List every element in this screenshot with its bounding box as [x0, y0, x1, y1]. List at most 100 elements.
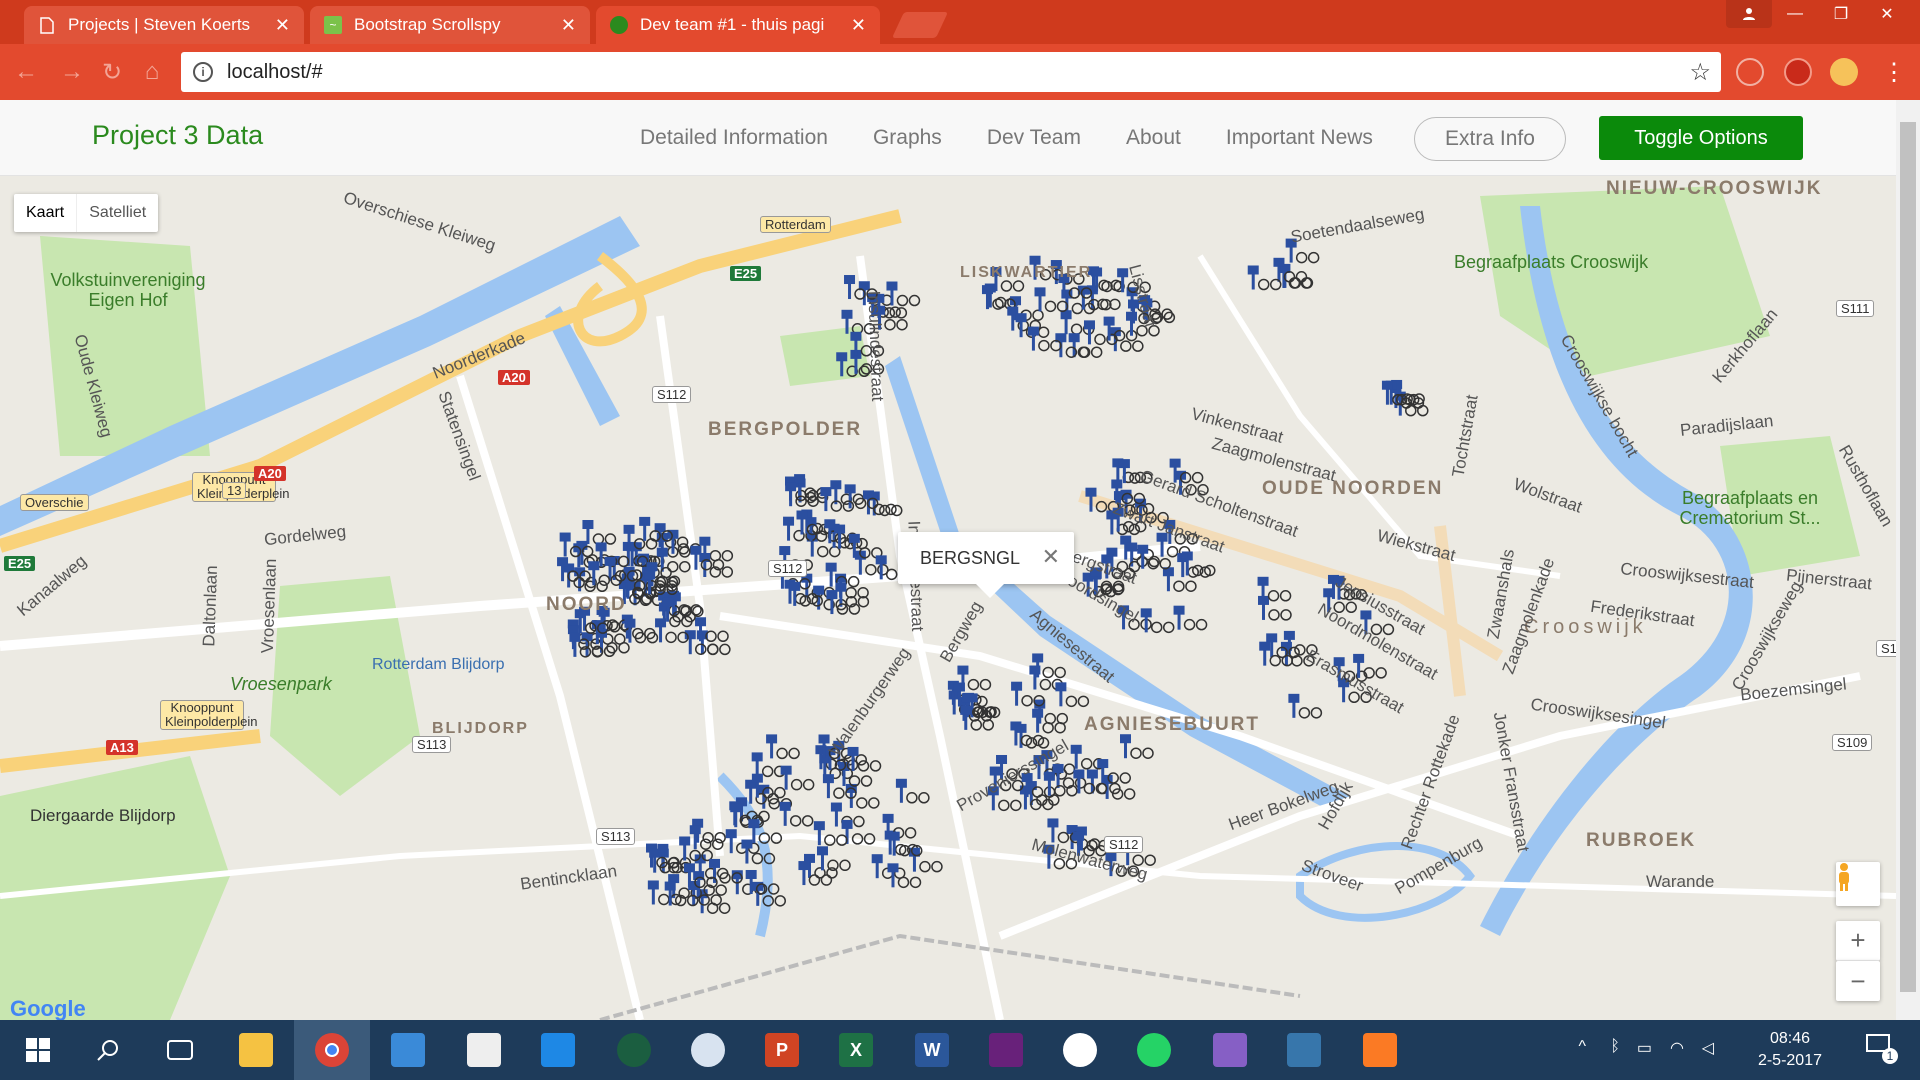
- powerpoint-icon[interactable]: P: [744, 1020, 820, 1080]
- info-icon[interactable]: i: [193, 62, 213, 82]
- bike-station-marker[interactable]: [751, 752, 786, 778]
- bluetooth-icon[interactable]: ᛒ: [1610, 1038, 1620, 1056]
- place-overschie: Overschie: [20, 494, 89, 511]
- duck-extension-icon[interactable]: [1830, 58, 1858, 86]
- clock[interactable]: 08:46 2-5-2017: [1758, 1028, 1822, 1072]
- street-view-pegman-icon[interactable]: [1836, 862, 1880, 906]
- extra-info-button[interactable]: Extra Info: [1414, 117, 1566, 161]
- python-icon[interactable]: [1266, 1020, 1342, 1080]
- area-label-nieuw-crooswijk: NIEUW-CROOSWIJK: [1606, 178, 1823, 199]
- store-icon[interactable]: [520, 1020, 596, 1080]
- adblock-icon[interactable]: [1784, 58, 1812, 86]
- whatsapp-icon[interactable]: [1116, 1020, 1192, 1080]
- search-icon[interactable]: [70, 1020, 146, 1080]
- calculator-icon[interactable]: [446, 1020, 522, 1080]
- file-explorer-icon[interactable]: [218, 1020, 294, 1080]
- bike-station-marker[interactable]: [1288, 693, 1323, 719]
- close-window-icon[interactable]: ✕: [1864, 0, 1910, 28]
- brand-title[interactable]: Project 3 Data: [92, 120, 263, 151]
- show-hidden-icons[interactable]: ^: [1578, 1038, 1586, 1056]
- bike-station-marker[interactable]: [816, 846, 851, 872]
- vs-code-icon[interactable]: [1192, 1020, 1268, 1080]
- tab-strip: Projects | Steven Koerts ✕ ~ Bootstrap S…: [0, 0, 1920, 44]
- reload-icon[interactable]: ↻: [98, 58, 126, 86]
- nav-important-news[interactable]: Important News: [1226, 126, 1373, 150]
- bike-station-marker[interactable]: [1140, 608, 1175, 634]
- postgres-icon[interactable]: [670, 1020, 746, 1080]
- xampp-icon[interactable]: [1342, 1020, 1418, 1080]
- wifi-icon[interactable]: ◠: [1670, 1038, 1684, 1058]
- bike-station-marker[interactable]: [886, 281, 921, 307]
- menu-icon[interactable]: ⋮: [1880, 58, 1908, 86]
- map-type-kaart[interactable]: Kaart: [14, 194, 76, 232]
- toggle-options-button[interactable]: Toggle Options: [1599, 116, 1803, 160]
- word-icon[interactable]: W: [894, 1020, 970, 1080]
- bookmark-star-icon[interactable]: ☆: [1689, 58, 1711, 87]
- visual-studio-icon[interactable]: [968, 1020, 1044, 1080]
- restore-icon[interactable]: ❐: [1818, 0, 1864, 28]
- bike-station-marker[interactable]: [1162, 567, 1197, 592]
- minimize-icon[interactable]: —: [1772, 0, 1818, 28]
- bike-station-marker[interactable]: [655, 618, 689, 644]
- map-type-satelliet[interactable]: Satelliet: [76, 194, 158, 232]
- forward-icon[interactable]: →: [58, 58, 86, 86]
- start-button[interactable]: [0, 1020, 76, 1080]
- bike-station-marker[interactable]: [1247, 265, 1282, 291]
- tab-dev-team[interactable]: Dev team #1 - thuis pagi ✕: [596, 6, 880, 44]
- nav-detailed-information[interactable]: Detailed Information: [640, 126, 828, 150]
- bike-station-marker[interactable]: [699, 552, 734, 578]
- home-icon[interactable]: ⌂: [138, 58, 166, 86]
- back-icon[interactable]: ←: [12, 58, 40, 86]
- nav-about[interactable]: About: [1126, 126, 1181, 150]
- bike-station-marker[interactable]: [1043, 771, 1078, 797]
- bike-station-marker[interactable]: [1097, 759, 1131, 784]
- github-icon[interactable]: [1042, 1020, 1118, 1080]
- close-tab-icon[interactable]: ✕: [561, 15, 576, 36]
- new-tab-button[interactable]: [891, 12, 949, 38]
- volume-icon[interactable]: ◁: [1702, 1038, 1714, 1058]
- page-scrollbar[interactable]: [1896, 100, 1920, 1020]
- bike-station-marker[interactable]: [895, 778, 930, 804]
- tab-projects[interactable]: Projects | Steven Koerts ✕: [24, 6, 304, 44]
- close-tab-icon[interactable]: ✕: [851, 15, 866, 36]
- tab-bootstrap[interactable]: ~ Bootstrap Scrollspy ✕: [310, 6, 590, 44]
- bike-station-marker[interactable]: [779, 801, 814, 827]
- bike-station-marker[interactable]: [847, 746, 882, 772]
- bike-station-marker[interactable]: [766, 734, 800, 760]
- bike-station-marker[interactable]: [826, 590, 861, 615]
- site-icon: [610, 16, 628, 34]
- excel-icon[interactable]: X: [818, 1020, 894, 1080]
- user-icon[interactable]: [1726, 0, 1772, 28]
- nav-graphs[interactable]: Graphs: [873, 126, 942, 150]
- bike-station-marker[interactable]: [838, 762, 873, 787]
- bike-station-marker[interactable]: [695, 617, 729, 642]
- gitkraken-icon[interactable]: [596, 1020, 672, 1080]
- chrome-icon[interactable]: [294, 1020, 370, 1080]
- bike-station-marker[interactable]: [1173, 605, 1208, 631]
- street-vroesenlaan: Vroesenlaan: [257, 558, 281, 654]
- address-bar[interactable]: i localhost/# ☆: [181, 52, 1721, 92]
- info-window-close-icon[interactable]: ✕: [1042, 544, 1060, 570]
- bike-station-marker[interactable]: [1257, 576, 1292, 602]
- action-center-icon[interactable]: 1: [1866, 1034, 1898, 1066]
- bike-station-marker[interactable]: [1032, 708, 1066, 734]
- bike-station-marker[interactable]: [957, 665, 992, 691]
- computer-icon[interactable]: [370, 1020, 446, 1080]
- bike-station-marker[interactable]: [582, 520, 617, 545]
- zoom-in-button[interactable]: +: [1836, 921, 1880, 961]
- nav-dev-team[interactable]: Dev Team: [987, 126, 1081, 150]
- scrollbar-thumb[interactable]: [1900, 122, 1916, 992]
- bike-station-marker[interactable]: [1068, 333, 1103, 358]
- bike-station-marker[interactable]: [780, 765, 815, 791]
- bike-station-marker[interactable]: [1119, 734, 1154, 759]
- battery-icon[interactable]: ▭: [1637, 1038, 1652, 1058]
- extension-icon[interactable]: [1736, 58, 1764, 86]
- task-view-icon[interactable]: [142, 1020, 218, 1080]
- notification-count: 1: [1882, 1048, 1898, 1064]
- bike-station-marker[interactable]: [1109, 327, 1144, 352]
- google-logo: Google: [10, 996, 86, 1020]
- google-map[interactable]: Kaart Satelliet BERGPOLDER NOORD AGNIESE…: [0, 176, 1896, 1020]
- close-tab-icon[interactable]: ✕: [275, 15, 290, 36]
- bike-station-marker[interactable]: [960, 705, 995, 731]
- zoom-out-button[interactable]: −: [1836, 961, 1880, 1001]
